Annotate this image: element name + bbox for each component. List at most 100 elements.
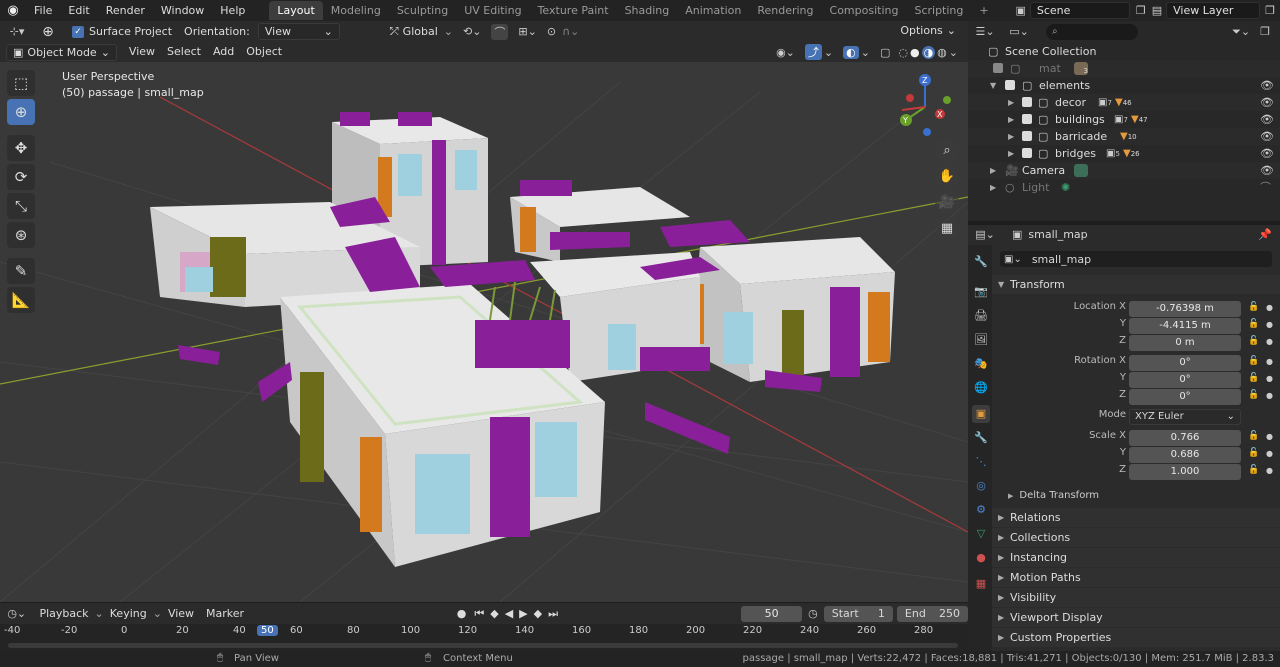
exclude-checkbox[interactable] <box>993 63 1003 73</box>
chevron-right-icon[interactable]: ▶ <box>1008 145 1014 162</box>
outliner-item-buildings[interactable]: ▶ ▢ buildings ▣7 ▼47 👁 <box>968 111 1280 128</box>
end-frame-field[interactable]: End 250 <box>896 605 969 622</box>
next-keyframe-icon[interactable]: ◆ <box>534 607 542 620</box>
menu-marker[interactable]: Marker <box>200 604 250 624</box>
surface-project-checkbox[interactable]: ✓ <box>72 25 84 38</box>
rotation-z-field[interactable]: 0° <box>1129 389 1241 405</box>
exclude-checkbox[interactable] <box>1022 97 1032 107</box>
outliner-item-camera[interactable]: ▶ 🎥 Camera 👁 <box>968 162 1280 179</box>
keyframe-dot-icon[interactable]: ● <box>1266 320 1273 329</box>
rotate-icon[interactable]: ⟳ <box>7 164 35 190</box>
menu-select[interactable]: Select <box>161 42 207 62</box>
transform-orientation-dropdown[interactable]: Global <box>403 25 438 38</box>
scene-field[interactable]: Scene <box>1029 2 1130 19</box>
exclude-checkbox[interactable] <box>1005 80 1015 90</box>
menu-help[interactable]: Help <box>212 0 253 21</box>
jump-end-icon[interactable]: ⏭ <box>548 607 558 621</box>
outliner-item-barricade[interactable]: ▶ ▢ barricade ▼10 👁 <box>968 128 1280 145</box>
navigation-gizmo[interactable]: Z Y X <box>892 72 962 142</box>
keyframe-dot-icon[interactable]: ● <box>1266 357 1273 366</box>
play-reverse-icon[interactable]: ◀ <box>505 607 513 620</box>
visibility-panel-header[interactable]: ▶ Visibility <box>992 588 1280 607</box>
scene-icon[interactable]: ▣ <box>1015 4 1025 17</box>
timeline-editor-icon[interactable]: ◷⌄ <box>0 607 33 620</box>
keyframe-dot-icon[interactable]: ● <box>1266 432 1273 441</box>
options-dropdown[interactable]: Options ⌄ <box>894 23 962 40</box>
clock-icon[interactable]: ◷ <box>808 607 818 620</box>
tab-animation[interactable]: Animation <box>677 1 749 20</box>
outliner-item-elements[interactable]: ▼ ▢ elements 👁 <box>968 77 1280 94</box>
xray-icon[interactable]: ▢ <box>880 46 890 59</box>
outliner-item-bridges[interactable]: ▶ ▢ bridges ▣5 ▼26 👁 <box>968 145 1280 162</box>
gizmo-toggle-icon[interactable]: ⤴ <box>804 44 822 60</box>
copy-view-layer-icon[interactable]: ❐ <box>1265 4 1275 17</box>
tab-scripting[interactable]: Scripting <box>906 1 971 20</box>
location-x-field[interactable]: -0.76398 m <box>1129 301 1241 317</box>
lock-icon[interactable]: 🔓 <box>1248 465 1259 475</box>
eye-icon[interactable]: 👁 <box>1260 111 1274 128</box>
lock-icon[interactable]: 🔓 <box>1248 390 1259 400</box>
scale-y-field[interactable]: 0.686 <box>1129 447 1241 463</box>
current-frame-field[interactable]: 50 <box>741 605 803 622</box>
relations-panel-header[interactable]: ▶ Relations <box>992 508 1280 527</box>
tab-sculpting[interactable]: Sculpting <box>389 1 456 20</box>
tab-shading[interactable]: Shading <box>617 1 678 20</box>
keyframe-dot-icon[interactable]: ● <box>1266 466 1273 475</box>
location-z-field[interactable]: 0 m <box>1129 335 1241 351</box>
chevron-right-icon[interactable]: ▶ <box>990 179 996 196</box>
jump-start-icon[interactable]: ⏮ <box>474 607 484 621</box>
snap-icon[interactable]: ⌒ <box>491 23 509 40</box>
chevron-right-icon[interactable]: ▶ <box>1008 111 1014 128</box>
grid-toggle-icon[interactable]: ▦ <box>935 216 959 240</box>
texture-tab-icon[interactable]: ▦ <box>972 575 990 593</box>
chevron-right-icon[interactable]: ▶ <box>990 162 996 179</box>
eye-closed-icon[interactable]: ⌒ <box>1260 179 1271 196</box>
move-icon[interactable]: ✥ <box>7 135 35 161</box>
lock-icon[interactable]: 🔓 <box>1248 356 1259 366</box>
outliner-editor-icon[interactable]: ☰⌄ <box>968 25 1002 38</box>
add-workspace-button[interactable]: + <box>971 1 996 20</box>
timeline-scrollbar[interactable] <box>8 643 958 648</box>
tab-uv-editing[interactable]: UV Editing <box>456 1 529 20</box>
current-frame-marker[interactable]: 50 <box>257 625 278 636</box>
keyframe-dot-icon[interactable]: ● <box>1266 374 1273 383</box>
motion-paths-panel-header[interactable]: ▶ Motion Paths <box>992 568 1280 587</box>
data-tab-icon[interactable]: ▽ <box>972 525 990 543</box>
exclude-checkbox[interactable] <box>1022 148 1032 158</box>
lock-icon[interactable]: 🔓 <box>1248 431 1259 441</box>
outliner-item-decor[interactable]: ▶ ▢ decor ▣7 ▼46 👁 <box>968 94 1280 111</box>
lock-icon[interactable]: 🔓 <box>1248 373 1259 383</box>
3d-viewport[interactable]: User Perspective (50) passage | small_ma… <box>0 62 968 602</box>
outliner-item-light[interactable]: ▶ ○ Light ✺ ⌒ <box>968 179 1280 196</box>
menu-edit[interactable]: Edit <box>60 0 97 21</box>
lock-icon[interactable]: 🔓 <box>1248 336 1259 346</box>
zoom-icon[interactable]: ⌕ <box>935 138 959 162</box>
menu-window[interactable]: Window <box>153 0 212 21</box>
view-layer-field[interactable]: View Layer <box>1166 2 1261 19</box>
transform-icon[interactable]: ⊛ <box>7 222 35 248</box>
wireframe-shading-icon[interactable]: ◌ <box>898 46 908 59</box>
search-field[interactable]: ⌕ <box>1046 23 1138 40</box>
display-mode-icon[interactable]: ▭⌄ <box>1002 25 1036 38</box>
chevron-down-icon[interactable]: ⌄ <box>861 46 870 59</box>
falloff-icon[interactable]: ∩⌄ <box>562 25 579 38</box>
mode-dropdown[interactable]: ▣ Object Mode ⌄ <box>6 43 117 61</box>
orientation-dropdown[interactable]: View ⌄ <box>257 23 340 40</box>
delta-transform-subpanel[interactable]: ▶ Delta Transform <box>1008 488 1099 504</box>
solid-shading-icon[interactable]: ● <box>910 46 920 59</box>
menu-object[interactable]: Object <box>240 42 288 62</box>
lock-icon[interactable]: 🔓 <box>1248 319 1259 329</box>
lock-icon[interactable]: 🔓 <box>1248 448 1259 458</box>
material-tab-icon[interactable]: ● <box>972 549 990 567</box>
chevron-down-icon[interactable]: ⌄ <box>949 46 958 59</box>
blender-logo-icon[interactable]: ◉ <box>0 3 26 18</box>
exclude-checkbox[interactable] <box>1022 131 1032 141</box>
cursor-tool-icon[interactable]: ⊕ <box>34 24 62 40</box>
rendered-shading-icon[interactable]: ◍ <box>937 46 947 59</box>
annotate-icon[interactable]: ✎ <box>7 258 35 284</box>
frame-range[interactable]: Start 1 <box>823 605 893 622</box>
new-collection-icon[interactable]: ❐ <box>1260 25 1270 38</box>
view-layer-icon[interactable]: ▤ <box>1152 4 1162 17</box>
keyframe-dot-icon[interactable]: ● <box>1266 303 1273 312</box>
pan-hand-icon[interactable]: ✋ <box>935 164 959 188</box>
